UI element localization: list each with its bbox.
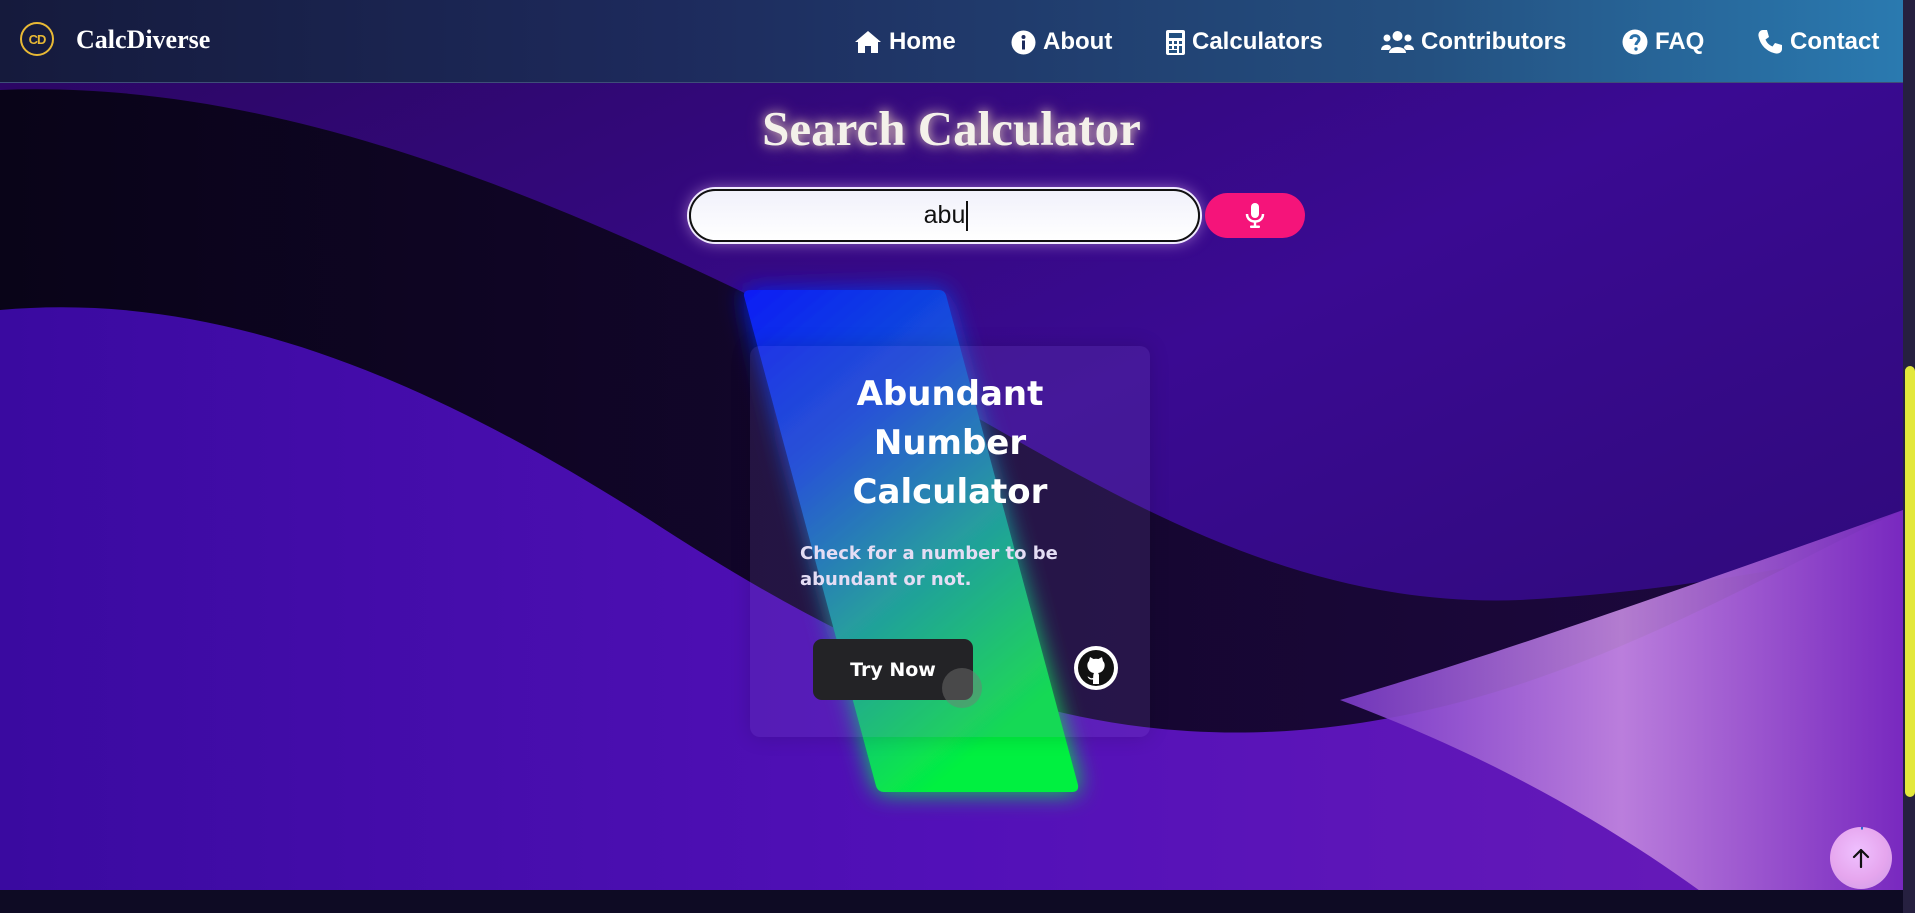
nav-home[interactable]: Home	[854, 25, 956, 59]
github-link[interactable]	[1074, 646, 1118, 690]
scroll-to-top-button[interactable]	[1830, 827, 1892, 889]
github-icon	[1078, 650, 1114, 686]
microphone-icon	[1245, 202, 1265, 228]
question-icon	[1622, 29, 1648, 55]
nav-about[interactable]: About	[1011, 25, 1112, 59]
card-title-line: Number	[873, 423, 1027, 463]
voice-search-button[interactable]	[1205, 193, 1305, 238]
nav-calculators[interactable]: Calculators	[1166, 25, 1323, 59]
scrollbar-thumb[interactable]	[1905, 366, 1915, 797]
nav-contributors[interactable]: Contributors	[1381, 25, 1566, 59]
brand-name[interactable]: CalcDiverse	[76, 25, 210, 55]
navbar: CD CalcDiverse Home About Calculators Co…	[0, 0, 1903, 83]
card-description: Check for a number to be abundant or not…	[800, 543, 1058, 590]
card-title-line: Abundant	[856, 374, 1044, 414]
nav-contributors-label: Contributors	[1421, 28, 1567, 55]
nav-contact-label: Contact	[1790, 28, 1880, 55]
search-title: Search Calculator	[762, 101, 1141, 156]
phone-icon	[1758, 30, 1782, 54]
nav-contact[interactable]: Contact	[1757, 25, 1879, 59]
search-input[interactable]	[689, 189, 1200, 242]
text-caret	[966, 201, 968, 231]
nav-calculators-label: Calculators	[1192, 28, 1323, 55]
home-icon	[855, 31, 881, 53]
users-icon	[1381, 31, 1414, 53]
progress-ring	[1860, 827, 1864, 830]
nav-faq[interactable]: FAQ	[1622, 25, 1704, 59]
nav-faq-label: FAQ	[1655, 28, 1705, 55]
click-ripple	[942, 668, 982, 708]
logo-icon[interactable]: CD	[20, 22, 54, 56]
info-icon	[1011, 30, 1036, 54]
nav-about-label: About	[1043, 28, 1113, 55]
card-title-line: Calculator	[852, 472, 1048, 512]
nav-home-label: Home	[889, 28, 956, 55]
calculator-icon	[1166, 29, 1185, 55]
footer-strip	[0, 890, 1915, 913]
card-title: Abundant Number Calculator	[750, 370, 1150, 517]
